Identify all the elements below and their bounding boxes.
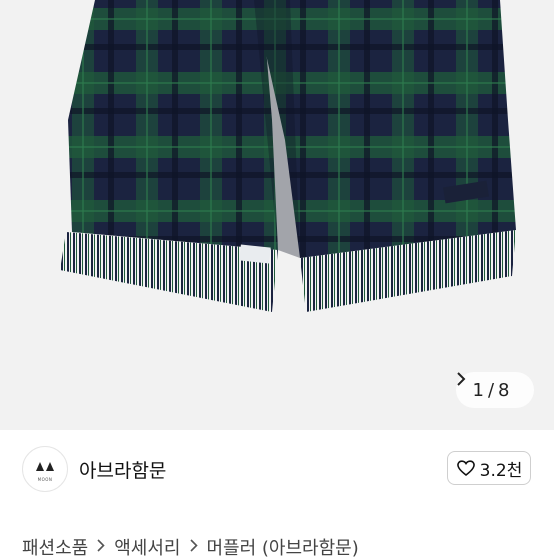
- product-image-gallery[interactable]: 1 / 8: [0, 0, 554, 430]
- breadcrumb-item-fashion[interactable]: 패션소품: [22, 534, 88, 560]
- total-image-count: 8: [498, 379, 510, 401]
- current-image-number: 1: [472, 379, 484, 401]
- like-count: 3.2천: [479, 460, 523, 481]
- chevron-right-icon: [189, 538, 198, 556]
- image-counter[interactable]: 1 / 8: [456, 372, 534, 408]
- logo-text: MOON: [37, 476, 53, 482]
- breadcrumb-item-accessories[interactable]: 액세서리: [114, 534, 180, 560]
- breadcrumb-item-muffler[interactable]: 머플러 (아브라함문): [207, 534, 359, 560]
- scarf-product-image: [60, 0, 516, 312]
- chevron-right-icon: [97, 538, 105, 556]
- breadcrumb: 패션소품 액세서리 머플러 (아브라함문): [22, 534, 359, 560]
- counter-separator: /: [487, 379, 495, 401]
- shop-name[interactable]: 아브라함문: [79, 456, 166, 483]
- moon-logo-icon: [34, 457, 56, 476]
- like-button[interactable]: 3.2천: [447, 451, 531, 485]
- heart-icon: [456, 459, 476, 477]
- shop-avatar[interactable]: MOON: [22, 446, 68, 492]
